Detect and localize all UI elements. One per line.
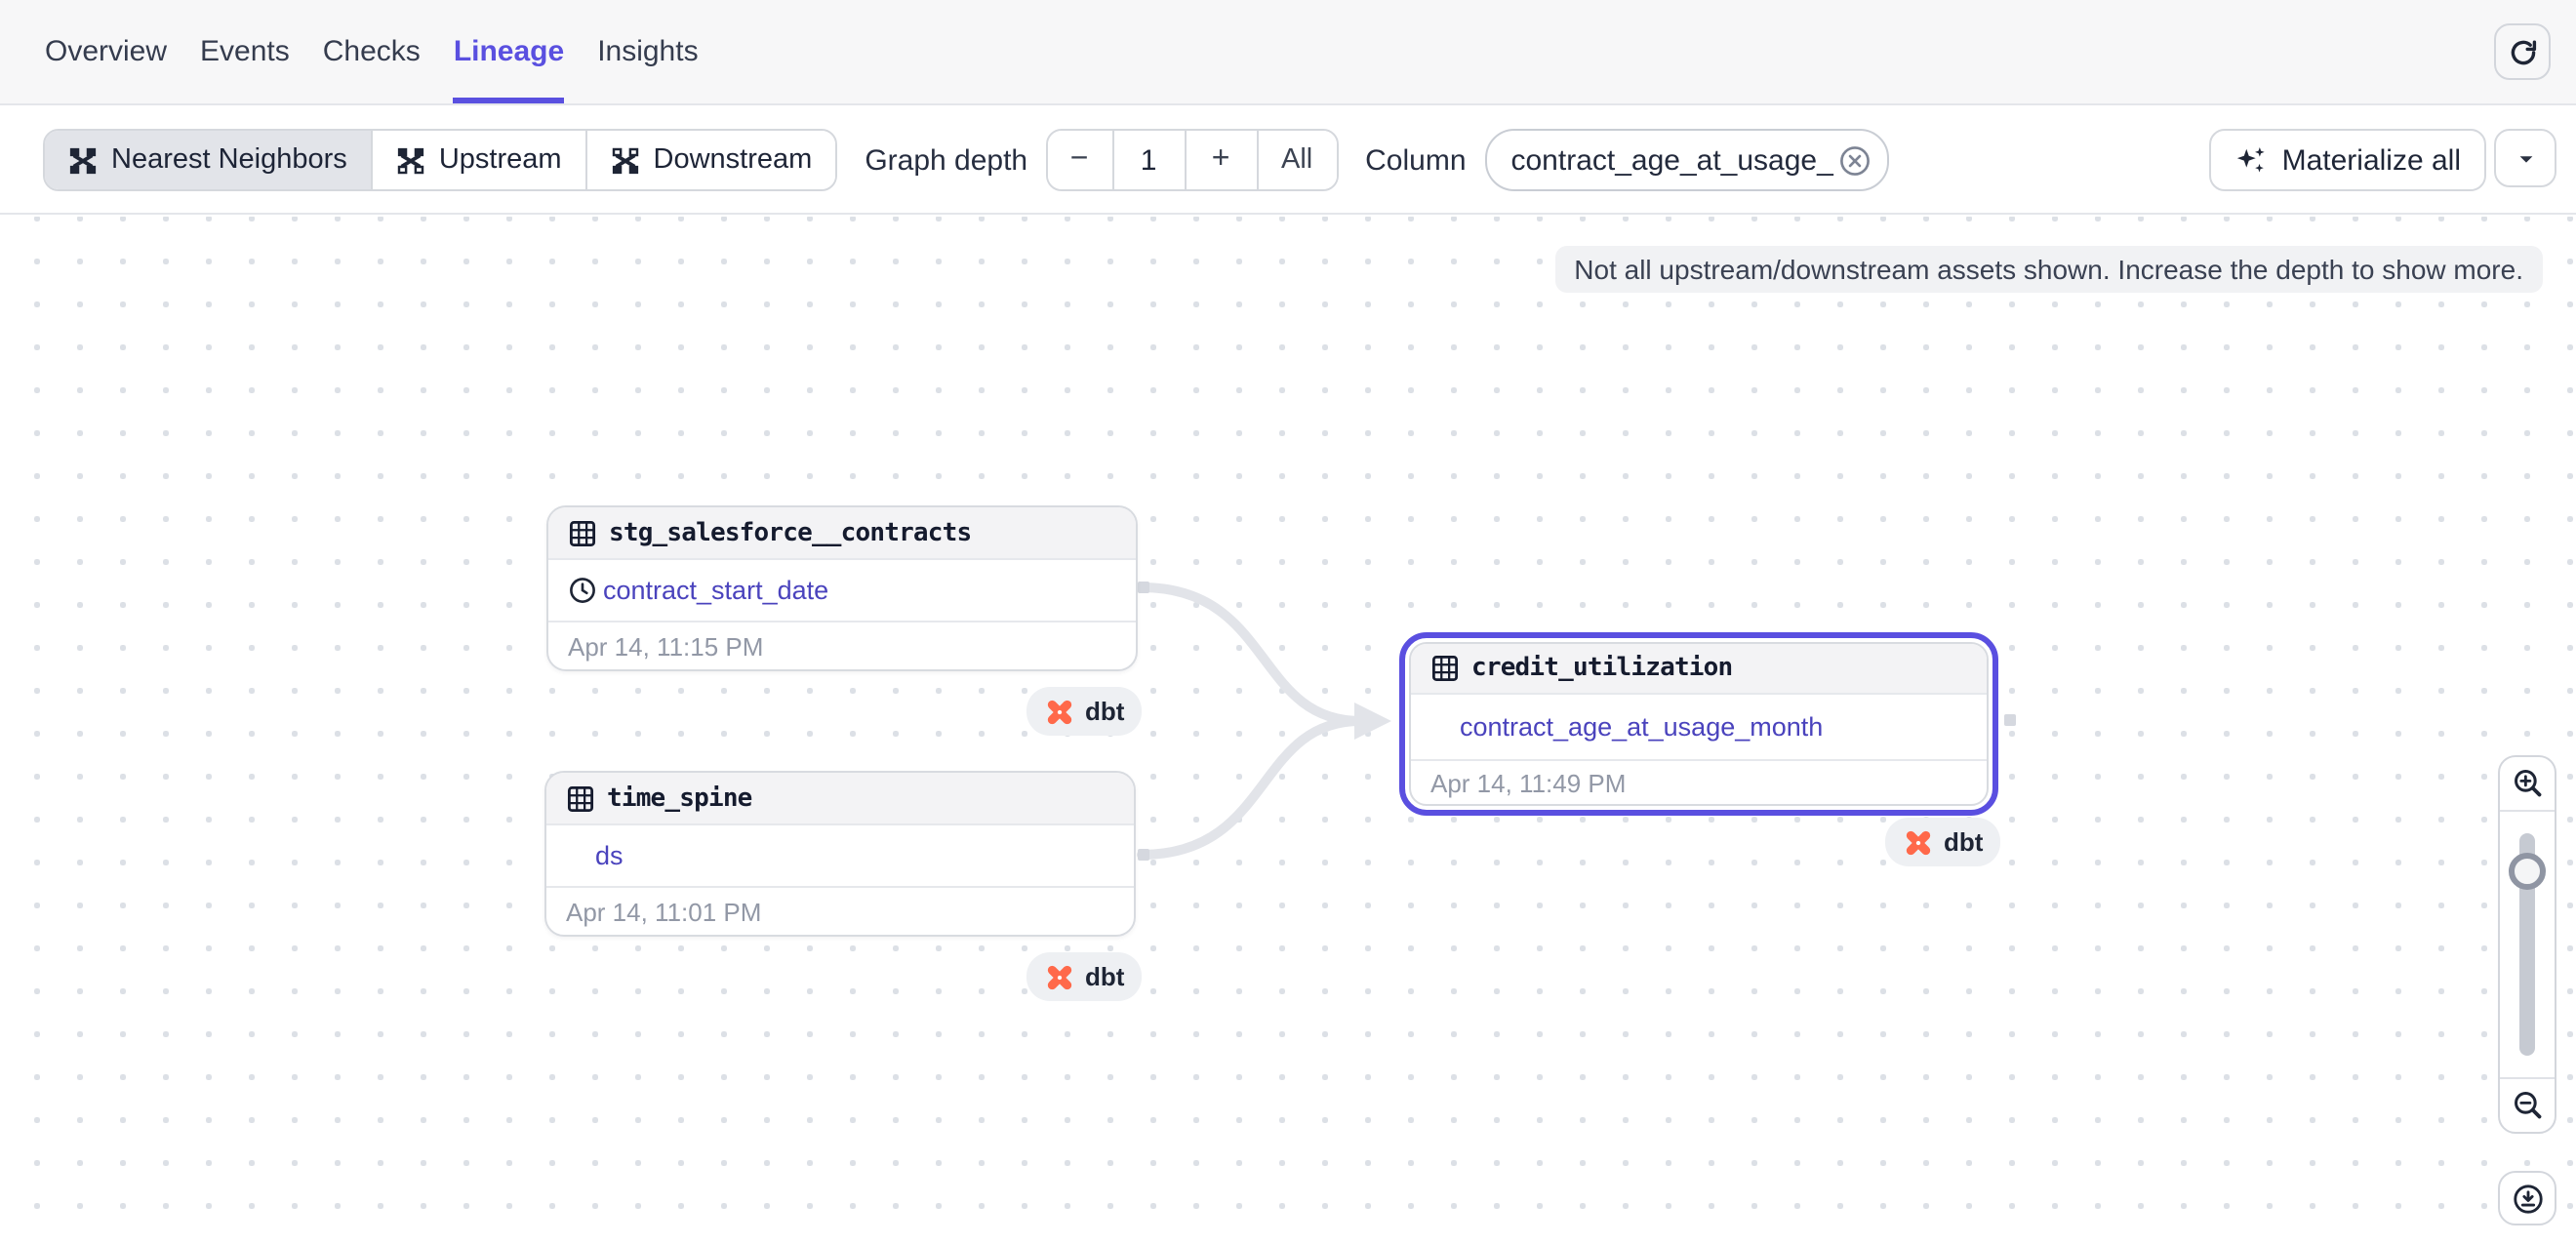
dbt-logo-icon <box>1044 961 1075 992</box>
upstream-icon <box>396 145 425 175</box>
node-title: stg_salesforce__contracts <box>609 518 971 547</box>
column-row[interactable]: contract_start_date <box>548 560 1136 621</box>
zoom-slider[interactable] <box>2500 812 2555 1077</box>
tab-lineage[interactable]: Lineage <box>454 0 564 103</box>
zoom-slider-thumb[interactable] <box>2509 853 2546 890</box>
mode-label: Upstream <box>439 144 562 176</box>
node-timestamp: Apr 14, 11:15 PM <box>548 621 1136 669</box>
node-timestamp: Apr 14, 11:49 PM <box>1411 759 1987 804</box>
clear-column-icon[interactable] <box>1839 143 1872 177</box>
materialize-all-button[interactable]: Materialize all <box>2210 129 2486 191</box>
toolbar-right-actions: Materialize all <box>2210 129 2576 191</box>
nav-tabs: Overview Events Checks Lineage Insights <box>0 0 699 103</box>
dbt-badge-label: dbt <box>1944 827 1983 857</box>
node-title: credit_utilization <box>1471 654 1732 683</box>
node-header[interactable]: time_spine <box>546 773 1134 825</box>
dbt-badge-label: dbt <box>1085 962 1124 991</box>
sparkles-icon <box>2235 143 2269 177</box>
lineage-page: Overview Events Checks Lineage Insights … <box>0 0 2576 1245</box>
depth-value: 1 <box>1111 131 1186 189</box>
zoom-out-icon <box>2511 1089 2544 1122</box>
dbt-logo-icon <box>1044 696 1075 727</box>
zoom-in-button[interactable] <box>2500 757 2555 812</box>
lineage-toolbar: Nearest Neighbors Upstream Downstream Gr… <box>0 107 2576 215</box>
table-icon <box>566 783 595 813</box>
mode-label: Nearest Neighbors <box>111 144 347 176</box>
lineage-canvas[interactable]: Not all upstream/downstream assets shown… <box>0 217 2576 1245</box>
column-label: Column <box>1365 143 1466 177</box>
column-filter-pill[interactable]: contract_age_at_usage_ <box>1486 129 1890 191</box>
zoom-in-icon <box>2511 767 2544 800</box>
node-header[interactable]: stg_salesforce__contracts <box>548 507 1136 560</box>
node-header[interactable]: credit_utilization <box>1411 644 1987 695</box>
tab-checks[interactable]: Checks <box>323 0 421 103</box>
depth-decrease-button[interactable]: − <box>1047 131 1111 189</box>
table-icon <box>1430 654 1460 683</box>
table-icon <box>568 518 597 547</box>
tab-events[interactable]: Events <box>200 0 290 103</box>
downstream-icon <box>611 145 640 175</box>
materialize-options-button[interactable] <box>2494 129 2556 187</box>
tab-overview[interactable]: Overview <box>45 0 167 103</box>
mode-downstream[interactable]: Downstream <box>587 131 836 189</box>
chevron-down-icon <box>2515 147 2536 169</box>
node-timestamp: Apr 14, 11:01 PM <box>546 886 1134 935</box>
mode-button-group: Nearest Neighbors Upstream Downstream <box>43 129 837 191</box>
center-view-button[interactable] <box>2498 1171 2556 1225</box>
mode-label: Downstream <box>654 144 813 176</box>
node-time-spine[interactable]: time_spine ds Apr 14, 11:01 PM <box>544 771 1136 937</box>
column-name[interactable]: ds <box>595 841 624 870</box>
zoom-out-button[interactable] <box>2500 1077 2555 1132</box>
tab-insights[interactable]: Insights <box>597 0 698 103</box>
nearest-neighbors-icon <box>68 145 98 175</box>
refresh-icon <box>2507 36 2538 67</box>
dbt-badge-label: dbt <box>1085 697 1124 726</box>
clock-icon <box>568 576 597 605</box>
graph-depth-stepper: − 1 + All <box>1045 129 1338 191</box>
dbt-badge: dbt <box>1026 687 1142 736</box>
column-row[interactable]: contract_age_at_usage_month <box>1411 695 1987 759</box>
dbt-badge: dbt <box>1026 952 1142 1001</box>
mode-upstream[interactable]: Upstream <box>373 131 587 189</box>
node-stg-salesforce-contracts[interactable]: stg_salesforce__contracts contract_start… <box>546 505 1138 671</box>
mode-nearest-neighbors[interactable]: Nearest Neighbors <box>45 131 373 189</box>
column-row[interactable]: ds <box>546 825 1134 886</box>
lineage-edges <box>0 217 2576 1245</box>
depth-all-button[interactable]: All <box>1258 131 1336 189</box>
zoom-controls <box>2498 755 2556 1134</box>
top-nav: Overview Events Checks Lineage Insights <box>0 0 2576 105</box>
node-credit-utilization-selected[interactable]: credit_utilization contract_age_at_usage… <box>1399 632 1998 816</box>
node-credit-utilization[interactable]: credit_utilization contract_age_at_usage… <box>1409 642 1989 806</box>
column-name[interactable]: contract_age_at_usage_month <box>1460 712 1823 742</box>
dbt-logo-icon <box>1903 826 1934 858</box>
materialize-all-label: Materialize all <box>2282 143 2461 177</box>
center-view-icon <box>2511 1182 2544 1215</box>
depth-increase-button[interactable]: + <box>1186 131 1258 189</box>
refresh-button[interactable] <box>2494 23 2551 80</box>
column-name[interactable]: contract_start_date <box>603 576 828 605</box>
graph-depth-label: Graph depth <box>865 143 1027 177</box>
node-title: time_spine <box>607 783 752 813</box>
dbt-badge: dbt <box>1885 818 2000 866</box>
column-filter-value: contract_age_at_usage_ <box>1511 143 1833 177</box>
